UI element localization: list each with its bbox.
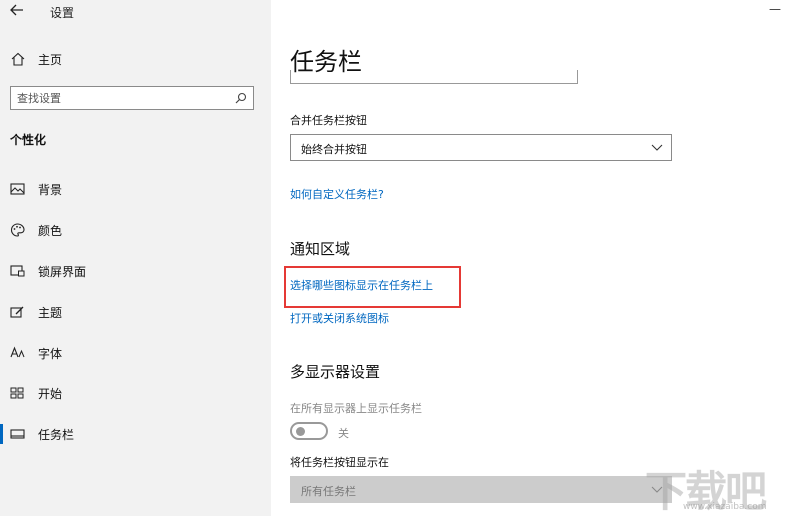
start-icon	[10, 387, 24, 399]
watermark-url: www.xiazaiba.com	[683, 502, 767, 512]
sidebar-item-lock-screen[interactable]: 锁屏界面	[0, 258, 271, 284]
sidebar-item-taskbar[interactable]: 任务栏	[0, 421, 271, 447]
sidebar-item-fonts[interactable]: 字体	[0, 340, 271, 366]
section-title: 个性化	[10, 133, 47, 147]
font-icon	[10, 346, 25, 358]
app-title: 设置	[50, 6, 75, 20]
sidebar-item-label: 字体	[38, 347, 63, 361]
sidebar-item-label: 主题	[38, 306, 63, 320]
sidebar-item-label: 开始	[38, 387, 63, 401]
sidebar-item-label: 锁屏界面	[38, 265, 87, 279]
combine-buttons-label: 合并任务栏按钮	[290, 114, 367, 127]
search-box[interactable]	[10, 86, 254, 110]
show-buttons-on-dropdown[interactable]: 所有任务栏	[290, 476, 672, 503]
notification-area-heading: 通知区域	[290, 240, 351, 258]
scrolled-control-edge	[290, 70, 578, 84]
back-arrow-icon	[10, 4, 23, 16]
sidebar-item-label: 任务栏	[38, 428, 75, 442]
sidebar-item-start[interactable]: 开始	[0, 380, 271, 406]
show-all-displays-toggle[interactable]	[290, 422, 328, 440]
sidebar-item-label: 主页	[38, 53, 63, 67]
toggle-knob	[296, 427, 305, 436]
window-controls: —	[769, 2, 781, 16]
multi-display-heading: 多显示器设置	[290, 363, 381, 381]
dropdown-value: 所有任务栏	[301, 485, 356, 498]
sidebar: 设置 主页 个性化 背景 颜色 锁屏界面 主题 字体 开始 任务栏	[0, 0, 271, 516]
sidebar-item-label: 背景	[38, 183, 63, 197]
watermark-logo: 下载吧 www.xiazaiba.com	[645, 458, 785, 516]
show-buttons-on-label: 将任务栏按钮显示在	[290, 456, 389, 469]
customize-taskbar-link[interactable]: 如何自定义任务栏?	[290, 186, 384, 202]
image-icon	[10, 183, 25, 195]
select-taskbar-icons-link[interactable]: 选择哪些图标显示在任务栏上	[290, 277, 433, 293]
combine-buttons-dropdown[interactable]: 始终合并按钮	[290, 134, 672, 161]
sidebar-item-colors[interactable]: 颜色	[0, 217, 271, 243]
selection-indicator	[0, 424, 3, 444]
theme-icon	[10, 306, 24, 318]
sidebar-item-label: 颜色	[38, 224, 63, 238]
dropdown-value: 始终合并按钮	[301, 143, 367, 156]
home-icon	[11, 52, 25, 66]
palette-icon	[10, 223, 25, 237]
lock-screen-icon	[10, 265, 25, 277]
chevron-down-icon	[651, 144, 663, 151]
taskbar-icon	[10, 429, 25, 439]
search-input[interactable]	[17, 90, 217, 106]
back-button[interactable]	[6, 3, 28, 21]
sidebar-item-background[interactable]: 背景	[0, 176, 271, 202]
sidebar-item-home[interactable]: 主页	[0, 48, 271, 72]
show-all-displays-label: 在所有显示器上显示任务栏	[290, 402, 422, 415]
system-icons-link[interactable]: 打开或关闭系统图标	[290, 310, 389, 326]
sidebar-item-themes[interactable]: 主题	[0, 299, 271, 325]
main-content: — 任务栏 合并任务栏按钮 始终合并按钮 如何自定义任务栏? 通知区域 选择哪些…	[271, 0, 789, 516]
toggle-state-label: 关	[338, 427, 349, 440]
search-icon[interactable]	[235, 92, 247, 104]
